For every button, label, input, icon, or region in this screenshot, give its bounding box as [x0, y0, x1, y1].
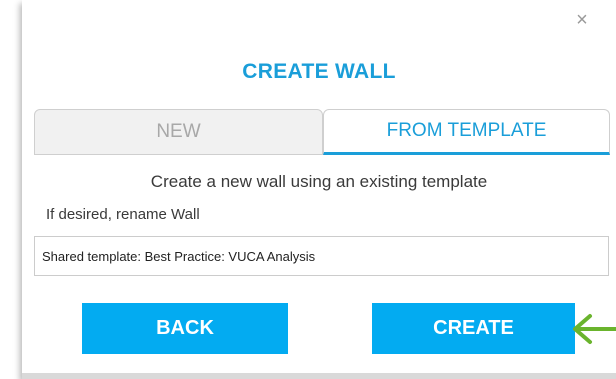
- create-wall-dialog: × CREATE WALL NEW FROM TEMPLATE Create a…: [22, 0, 616, 379]
- tab-bar: NEW FROM TEMPLATE: [34, 109, 610, 155]
- wall-name-input[interactable]: [34, 236, 609, 276]
- arrow-left-icon: [573, 314, 616, 344]
- dialog-subtitle: Create a new wall using an existing temp…: [150, 172, 488, 191]
- tab-from-template[interactable]: FROM TEMPLATE: [323, 109, 610, 155]
- close-icon[interactable]: ×: [572, 10, 592, 30]
- create-button[interactable]: CREATE: [372, 303, 575, 354]
- back-button[interactable]: BACK: [82, 303, 288, 354]
- dialog-title: CREATE WALL: [242, 60, 396, 83]
- rename-wall-label: If desired, rename Wall: [46, 206, 200, 223]
- tab-new[interactable]: NEW: [34, 109, 323, 155]
